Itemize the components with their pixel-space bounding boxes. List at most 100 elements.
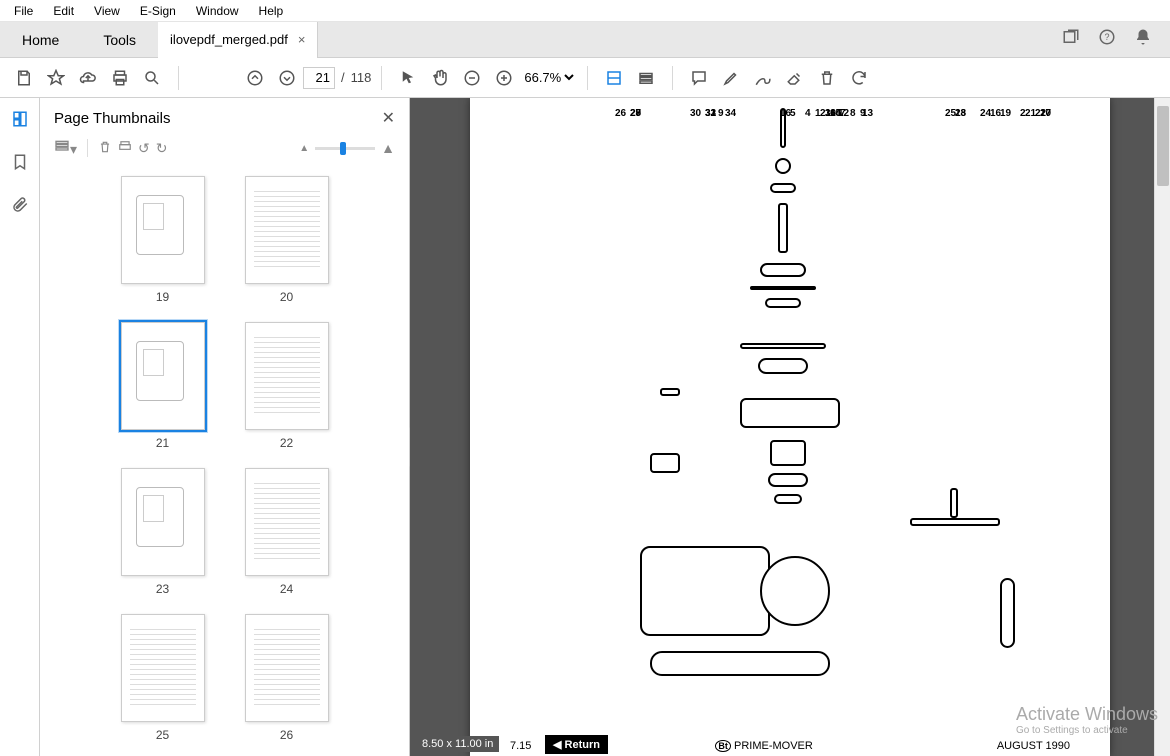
rotate-icon[interactable] <box>845 64 873 92</box>
document-page: 1 2 3 4 5 6 7 8 9 10 11 12 13 14 15 16 1… <box>470 98 1110 756</box>
thumb-label: 19 <box>156 290 169 304</box>
thumb-delete-icon[interactable] <box>98 140 112 157</box>
menu-bar: File Edit View E-Sign Window Help <box>0 0 1170 22</box>
svg-text:?: ? <box>1104 32 1109 42</box>
thumb-rotate-ccw-icon[interactable]: ↺ <box>138 140 150 157</box>
thumb-size-slider[interactable] <box>315 147 375 150</box>
zoom-select[interactable]: 66.7% <box>520 69 577 86</box>
thumbnail-panel-title: Page Thumbnails <box>54 110 170 127</box>
callout-25: 25 <box>945 108 956 119</box>
vertical-scrollbar[interactable] <box>1154 98 1170 756</box>
callout-19: 19 <box>1000 108 1011 119</box>
callout-4: 4 <box>805 108 811 119</box>
thumbnail-22[interactable]: 22 <box>245 322 329 450</box>
page-down-icon[interactable] <box>273 64 301 92</box>
callout-9b: 9 <box>718 108 724 119</box>
thumbnail-21[interactable]: 21 <box>121 322 205 450</box>
delete-icon[interactable] <box>813 64 841 92</box>
callout-24: 24 <box>980 108 991 119</box>
callout-16b: 16 <box>780 108 791 119</box>
callout-30: 30 <box>690 108 701 119</box>
print-icon[interactable] <box>106 64 134 92</box>
find-icon[interactable] <box>138 64 166 92</box>
thumbnail-24[interactable]: 24 <box>245 468 329 596</box>
callout-15: 15 <box>830 108 841 119</box>
thumbnail-25[interactable]: 25 <box>121 614 205 742</box>
page-current-input[interactable] <box>303 67 335 89</box>
callout-34: 34 <box>725 108 736 119</box>
tab-tools[interactable]: Tools <box>81 22 158 58</box>
comment-icon[interactable] <box>685 64 713 92</box>
motor-assembly <box>640 526 840 676</box>
page-up-icon[interactable] <box>241 64 269 92</box>
thumbnail-panel: Page Thumbnails ✕ ▾ ↺ ↻ ▲ ▲ 19 20 21 22 <box>40 98 410 756</box>
callout-13: 13 <box>862 108 873 119</box>
thumb-label: 25 <box>156 728 169 742</box>
tab-bar: Home Tools ilovepdf_merged.pdf × ? <box>0 22 1170 58</box>
footer-page-num: 7.15 <box>510 740 531 752</box>
thumb-label: 26 <box>280 728 293 742</box>
highlight-icon[interactable] <box>717 64 745 92</box>
callout-8: 8 <box>850 108 856 119</box>
tab-document[interactable]: ilovepdf_merged.pdf × <box>158 22 318 58</box>
callout-26: 26 <box>615 108 626 119</box>
page-display-icon[interactable] <box>632 64 660 92</box>
help-icon[interactable]: ? <box>1098 28 1116 51</box>
bookmark-rail-icon[interactable] <box>11 153 29 176</box>
thumb-rotate-cw-icon[interactable]: ↻ <box>156 140 168 157</box>
main-area: Page Thumbnails ✕ ▾ ↺ ↻ ▲ ▲ 19 20 21 22 <box>0 98 1170 756</box>
thumb-small-icon[interactable]: ▲ <box>299 143 309 154</box>
zoom-out-icon[interactable] <box>458 64 486 92</box>
star-icon[interactable] <box>42 64 70 92</box>
tab-home[interactable]: Home <box>0 22 81 58</box>
callout-23: 23 <box>955 108 966 119</box>
hand-icon[interactable] <box>426 64 454 92</box>
thumb-label: 23 <box>156 582 169 596</box>
thumb-label: 22 <box>280 436 293 450</box>
menu-view[interactable]: View <box>84 2 130 20</box>
thumb-label: 20 <box>280 290 293 304</box>
draw-icon[interactable] <box>749 64 777 92</box>
page-total: 118 <box>351 70 372 85</box>
thumb-large-icon[interactable]: ▲ <box>381 140 395 156</box>
document-viewport[interactable]: 1 2 3 4 5 6 7 8 9 10 11 12 13 14 15 16 1… <box>410 98 1170 756</box>
menu-edit[interactable]: Edit <box>43 2 84 20</box>
erase-icon[interactable] <box>781 64 809 92</box>
options-icon[interactable]: ▾ <box>54 138 77 158</box>
menu-esign[interactable]: E-Sign <box>130 2 186 20</box>
return-button[interactable]: Return <box>545 735 608 754</box>
callout-29: 29 <box>630 108 641 119</box>
thumbnail-20[interactable]: 20 <box>245 176 329 304</box>
menu-help[interactable]: Help <box>249 2 294 20</box>
thumb-label: 21 <box>156 436 169 450</box>
exploded-diagram: 1 2 3 4 5 6 7 8 9 10 11 12 13 14 15 16 1… <box>480 108 1100 716</box>
callout-2b: 2 <box>1020 108 1026 119</box>
page-dimensions-badge: 8.50 x 11.00 in <box>416 736 499 752</box>
page-indicator: / 118 <box>303 67 371 89</box>
menu-window[interactable]: Window <box>186 2 249 20</box>
attachment-rail-icon[interactable] <box>11 196 29 219</box>
callout-22: 22 <box>1035 108 1046 119</box>
menu-file[interactable]: File <box>4 2 43 20</box>
fit-width-icon[interactable] <box>600 64 628 92</box>
close-panel-icon[interactable]: ✕ <box>382 108 395 128</box>
bell-icon[interactable] <box>1134 28 1152 51</box>
footer-date: AUGUST 1990 <box>997 740 1070 752</box>
zoom-in-icon[interactable] <box>490 64 518 92</box>
thumbnail-grid[interactable]: 19 20 21 22 23 24 25 26 <box>40 166 409 756</box>
pointer-icon[interactable] <box>394 64 422 92</box>
thumb-print-icon[interactable] <box>118 140 132 157</box>
thumbnail-19[interactable]: 19 <box>121 176 205 304</box>
share-icon[interactable] <box>1062 28 1080 51</box>
thumbnail-23[interactable]: 23 <box>121 468 205 596</box>
thumbnail-26[interactable]: 26 <box>245 614 329 742</box>
cloud-icon[interactable] <box>74 64 102 92</box>
toolbar: / 118 66.7% <box>0 58 1170 98</box>
thumb-label: 24 <box>280 582 293 596</box>
save-icon[interactable] <box>10 64 38 92</box>
page-sep: / <box>341 70 345 85</box>
thumbnails-rail-icon[interactable] <box>11 110 29 133</box>
callout-33: 33 <box>705 108 716 119</box>
thumbnail-tools: ▾ ↺ ↻ ▲ ▲ <box>40 134 409 166</box>
close-tab-icon[interactable]: × <box>298 32 306 47</box>
